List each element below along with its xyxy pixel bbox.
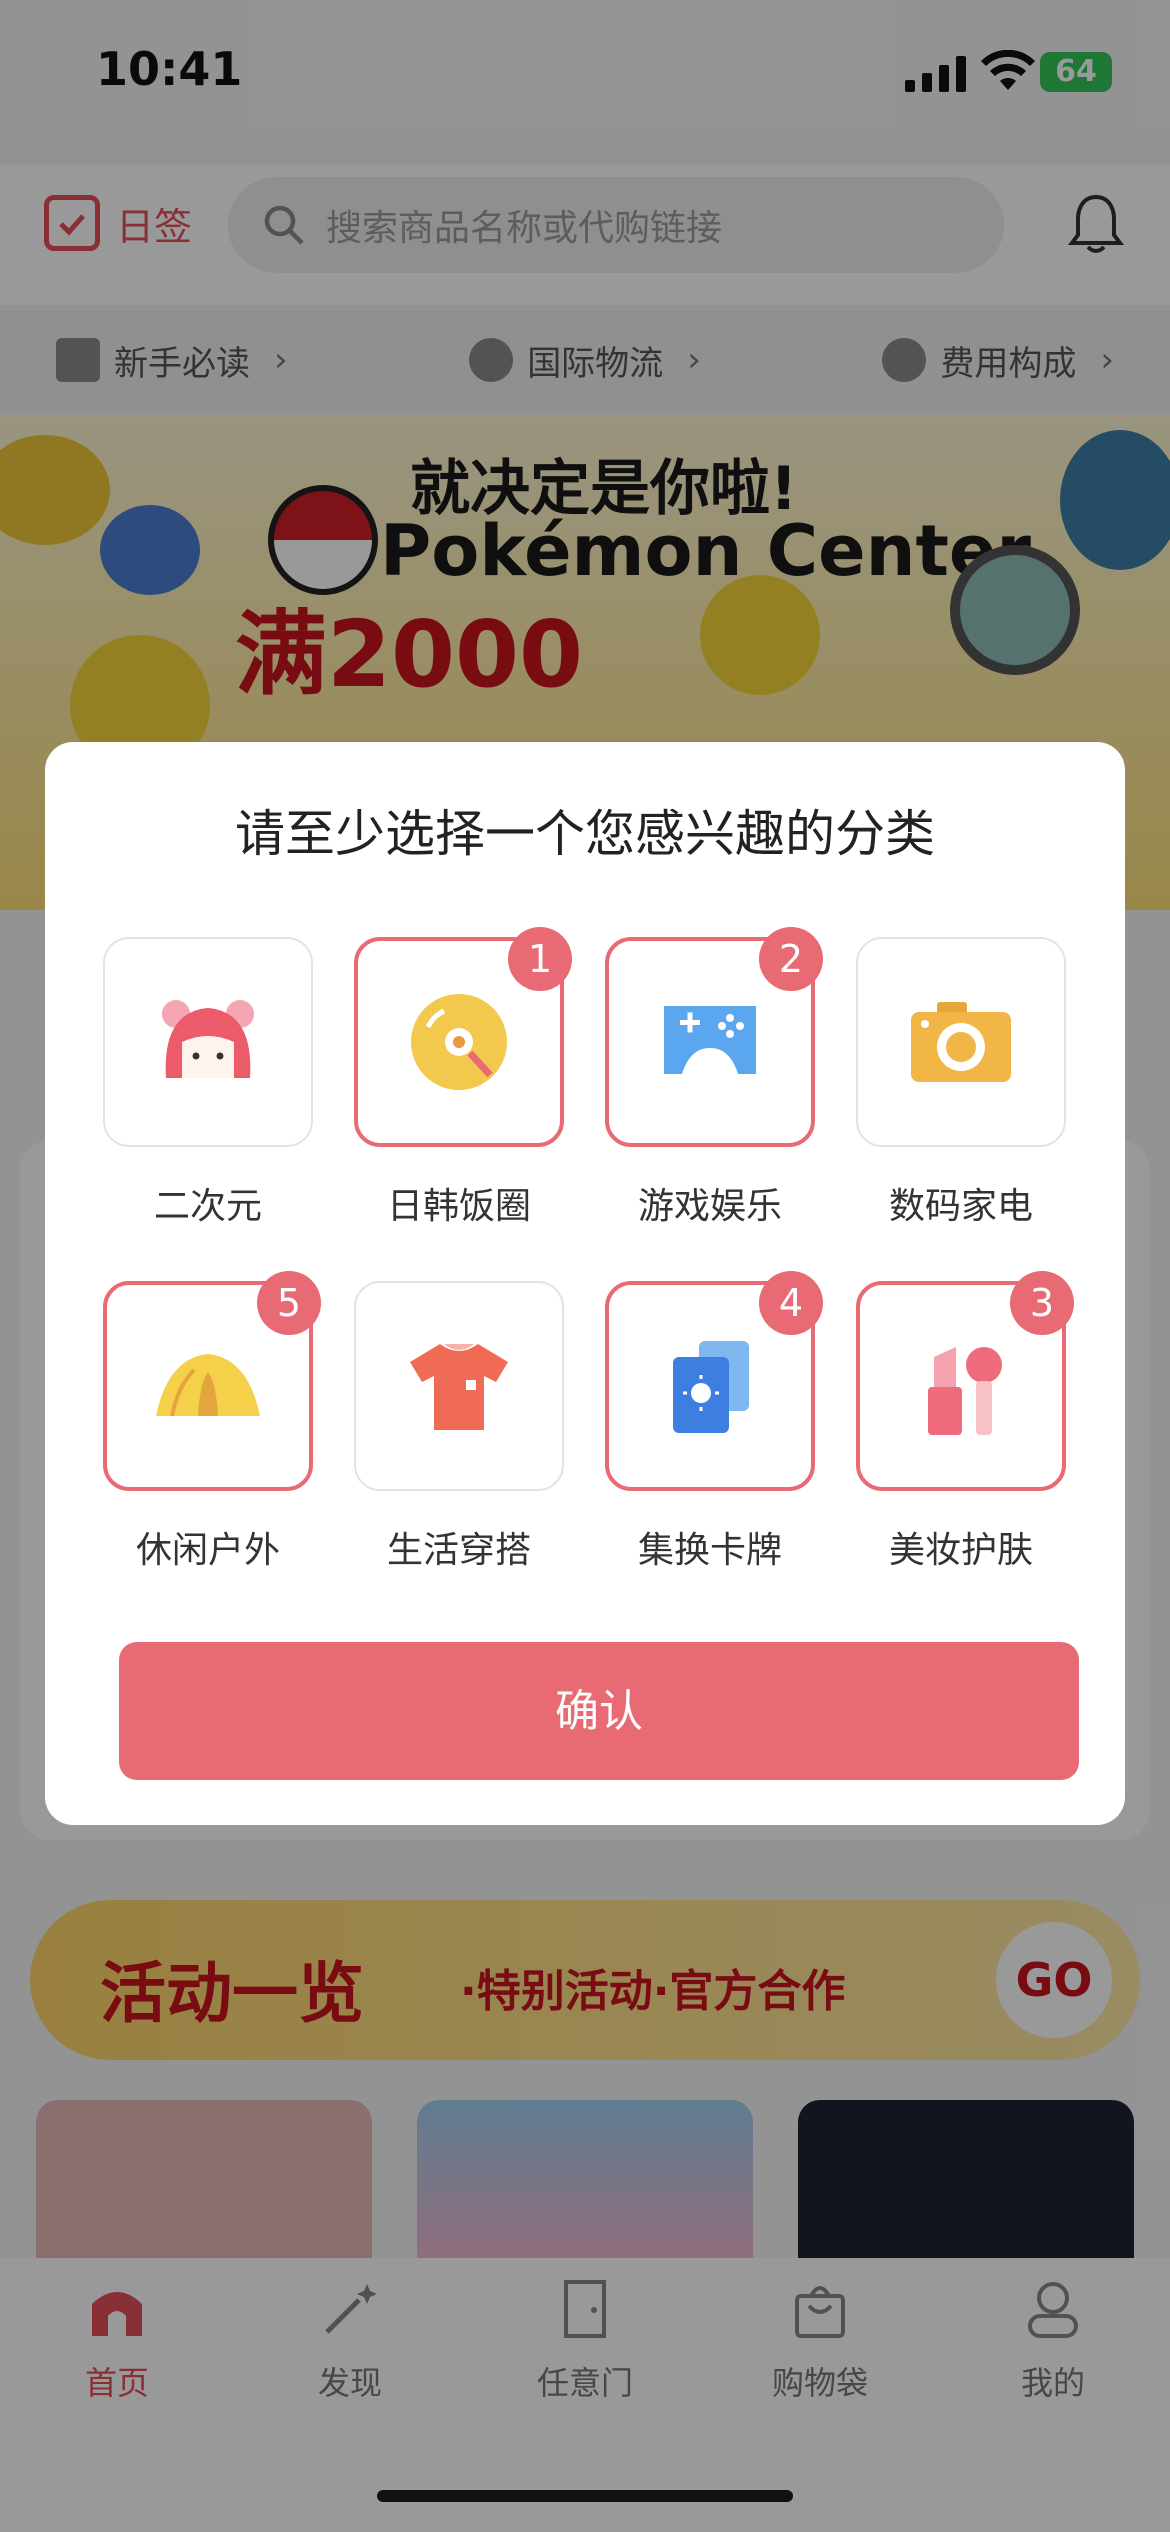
- category-tile[interactable]: [103, 937, 313, 1147]
- category-label: 生活穿搭: [386, 1530, 531, 1571]
- confirm-button[interactable]: 确认: [119, 1642, 1079, 1780]
- category-games[interactable]: 2 游戏娱乐: [605, 927, 823, 1229]
- game-controller-icon: [664, 1006, 756, 1074]
- category-tile[interactable]: 4: [605, 1271, 823, 1491]
- tent-icon: [156, 1354, 260, 1417]
- selection-order-badge: 1: [508, 927, 572, 991]
- tshirt-icon: [410, 1344, 508, 1430]
- trading-cards-icon: [673, 1341, 749, 1433]
- category-tile[interactable]: 2: [605, 927, 823, 1147]
- home-screen: 10:41 64 日签 搜索商品名称或代购链接 新手必读 › 国际物流 › 费用…: [0, 0, 1170, 2532]
- category-fashion[interactable]: 生活穿搭: [354, 1281, 564, 1573]
- category-outdoor[interactable]: 5 休闲户外: [103, 1271, 321, 1573]
- selection-order-badge: 3: [1010, 1271, 1074, 1335]
- category-trading-cards[interactable]: 4 集换卡牌: [605, 1271, 823, 1573]
- home-indicator[interactable]: [377, 2490, 793, 2502]
- category-electronics[interactable]: 数码家电: [856, 937, 1066, 1229]
- dialog-title: 请至少选择一个您感兴趣的分类: [235, 805, 935, 863]
- anime-girl-icon: [162, 1000, 254, 1078]
- category-tile[interactable]: 1: [354, 927, 572, 1147]
- category-label: 日韩饭圈: [386, 1186, 531, 1227]
- category-selection-dialog: 请至少选择一个您感兴趣的分类 二次元 1 日韩饭圈 2 游戏娱乐 数码家电 5 …: [45, 742, 1125, 1825]
- selection-order-badge: 2: [759, 927, 823, 991]
- category-tile[interactable]: 5: [103, 1271, 321, 1491]
- category-tile[interactable]: [856, 937, 1066, 1147]
- category-label: 休闲户外: [135, 1530, 280, 1571]
- camera-icon: [911, 1002, 1011, 1082]
- category-beauty[interactable]: 3 美妆护肤: [856, 1271, 1074, 1573]
- selection-order-badge: 4: [759, 1271, 823, 1335]
- category-label: 集换卡牌: [637, 1530, 782, 1571]
- selection-order-badge: 5: [257, 1271, 321, 1335]
- category-label: 游戏娱乐: [637, 1186, 782, 1227]
- category-label: 美妆护肤: [888, 1530, 1033, 1571]
- category-tile[interactable]: 3: [856, 1271, 1074, 1491]
- category-anime[interactable]: 二次元: [103, 937, 313, 1229]
- cosmetics-icon: [928, 1347, 1002, 1435]
- record-disc-icon: [411, 994, 507, 1090]
- category-tile[interactable]: [354, 1281, 564, 1491]
- category-kpop-jpop[interactable]: 1 日韩饭圈: [354, 927, 572, 1229]
- category-label: 二次元: [153, 1186, 262, 1227]
- category-label: 数码家电: [888, 1186, 1033, 1227]
